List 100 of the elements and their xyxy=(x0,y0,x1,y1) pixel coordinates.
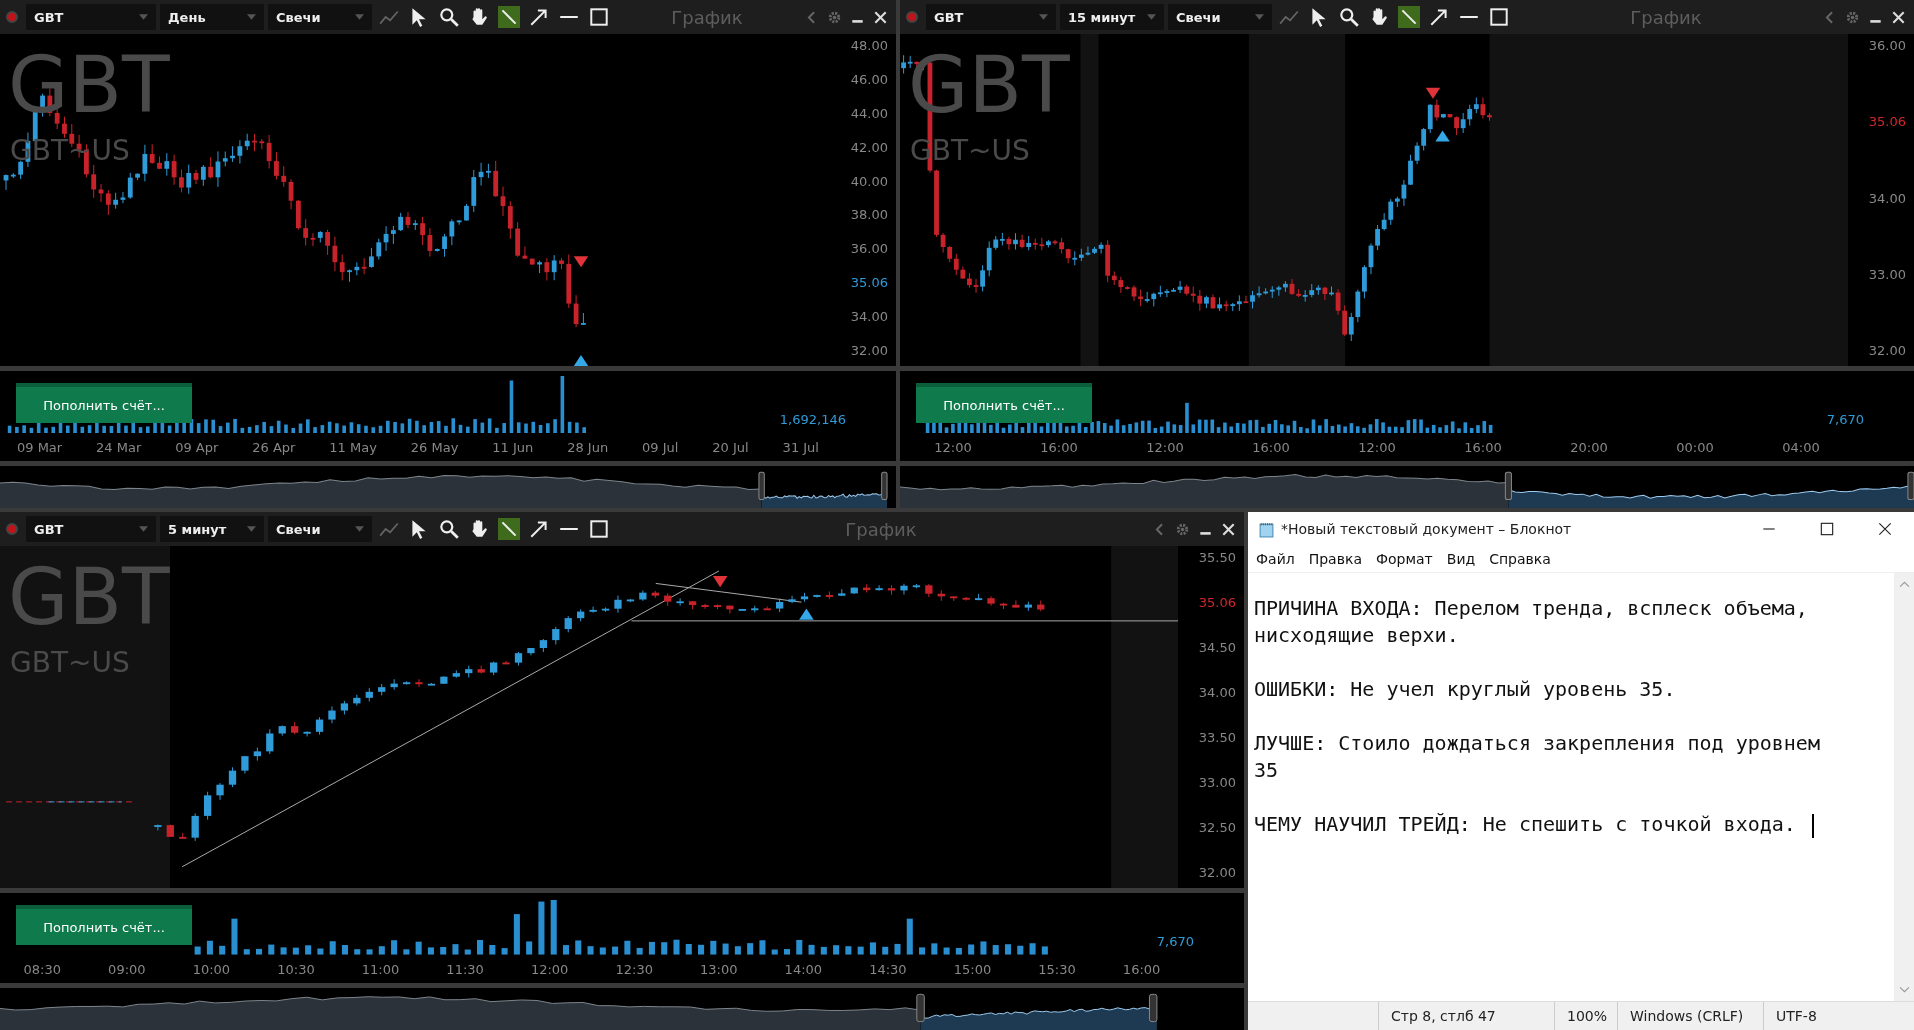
text-paragraph: ОШИБКИ: Не учел круглый уровень 35. xyxy=(1254,676,1677,703)
chart-style-dropdown[interactable]: Свечи xyxy=(268,516,372,542)
caret-icon xyxy=(355,14,364,20)
time-label: 09 Jul xyxy=(642,439,679,455)
interval-dropdown[interactable]: День xyxy=(160,4,264,30)
status-field: Windows (CRLF) xyxy=(1617,1002,1763,1030)
price-tick: 44.00 xyxy=(849,105,889,121)
caret-icon xyxy=(1039,14,1048,20)
time-label: 28 Jun xyxy=(567,439,609,455)
watermark-symbol: GBT xyxy=(8,46,170,124)
price-tick: 38.00 xyxy=(849,207,889,223)
caret-icon xyxy=(1147,14,1156,20)
close-icon[interactable] xyxy=(874,10,887,24)
rectangle-tool-icon[interactable] xyxy=(1488,6,1510,28)
settings-icon[interactable] xyxy=(1846,10,1859,24)
price-tick: 34.00 xyxy=(1867,190,1907,206)
menu-item[interactable]: Файл xyxy=(1256,551,1295,567)
search-icon[interactable] xyxy=(438,518,460,540)
close-icon[interactable] xyxy=(1892,10,1905,24)
status-dot-icon xyxy=(6,11,18,23)
caret-icon xyxy=(139,526,148,532)
status-dot-icon xyxy=(906,11,918,23)
watermark-symbol: GBT xyxy=(8,558,170,636)
buy-marker-icon xyxy=(799,608,814,620)
time-label: 15:00 xyxy=(953,961,992,977)
close-icon[interactable] xyxy=(1222,522,1235,536)
symbol-dropdown[interactable]: GBT xyxy=(926,4,1056,30)
price-tick: 33.00 xyxy=(1867,266,1907,282)
interval-dropdown[interactable]: 5 минут xyxy=(160,516,264,542)
search-icon[interactable] xyxy=(1338,6,1360,28)
interval-dropdown[interactable]: 15 минут xyxy=(1060,4,1164,30)
time-label: 09 Apr xyxy=(175,439,219,455)
time-label: 26 May xyxy=(410,439,459,455)
last-price: 35.06 xyxy=(1867,114,1907,130)
arrow-tool-icon[interactable] xyxy=(528,518,550,540)
text-area[interactable]: ПРИЧИНА ВХОДА: Перелом тренда, всплеск объема, нисходящие верхи. ОШИБКИ: Не учел круглый уровень 35. ЛУЧШЕ: Стоило дождаться закрепления под уровнем 35 ЧЕМУ НАУЧИЛ ТРЕЙД: Не спешить с точкой входа. xyxy=(1248,573,1894,1001)
settings-icon[interactable] xyxy=(828,10,841,24)
volume-reading: 7,670 xyxy=(1156,934,1194,949)
deposit-button[interactable]: Пополнить счёт... xyxy=(916,383,1092,423)
time-label: 10:30 xyxy=(277,961,315,977)
deposit-button[interactable]: Пополнить счёт... xyxy=(16,383,192,423)
time-label: 12:30 xyxy=(615,961,653,977)
menu-item[interactable]: Справка xyxy=(1489,551,1551,567)
chart-style-dropdown[interactable]: Свечи xyxy=(1168,4,1272,30)
symbol-dropdown[interactable]: GBT xyxy=(26,516,156,542)
price-tick: 33.50 xyxy=(1197,730,1237,745)
search-icon[interactable] xyxy=(438,6,460,28)
last-price: 35.06 xyxy=(1197,595,1237,610)
text-paragraph: ЛУЧШЕ: Стоило дождаться закрепления под уровнем 35 xyxy=(1254,730,1821,784)
price-tick: 40.00 xyxy=(849,173,889,189)
arrow-tool-icon[interactable] xyxy=(528,6,550,28)
arrow-tool-icon[interactable] xyxy=(1428,6,1450,28)
time-label: 13:00 xyxy=(700,961,738,977)
symbol-dropdown[interactable]: GBT xyxy=(26,4,156,30)
menu-item[interactable]: Вид xyxy=(1446,551,1476,567)
time-label: 11:30 xyxy=(446,961,484,977)
caret-icon xyxy=(247,526,256,532)
time-label: 26 Apr xyxy=(252,439,296,455)
rectangle-tool-icon[interactable] xyxy=(588,518,610,540)
price-tick: 32.00 xyxy=(1197,865,1237,880)
time-label: 09 Mar xyxy=(16,439,63,455)
panel-title: График xyxy=(670,6,744,28)
price-tick: 42.00 xyxy=(849,139,889,155)
time-label: 14:00 xyxy=(784,961,823,977)
time-label: 20 Jul xyxy=(712,439,749,455)
price-tick: 32.00 xyxy=(1867,343,1907,358)
price-tick: 46.00 xyxy=(849,71,889,87)
time-label: 14:30 xyxy=(869,961,907,977)
price-tick: 32.50 xyxy=(1197,820,1237,835)
price-tick: 34.50 xyxy=(1197,640,1237,655)
chart-style-dropdown[interactable]: Свечи xyxy=(268,4,372,30)
text-paragraph: ПРИЧИНА ВХОДА: Перелом тренда, всплеск объема, нисходящие верхи. xyxy=(1254,595,1809,649)
caret-icon xyxy=(355,526,364,532)
text-paragraph: ЧЕМУ НАУЧИЛ ТРЕЙД: Не спешить с точкой входа. xyxy=(1254,811,1850,838)
price-tick: 32.00 xyxy=(849,342,889,358)
price-tick: 36.00 xyxy=(849,241,889,257)
price-tick: 34.00 xyxy=(1197,685,1237,700)
time-label: 04:00 xyxy=(1782,439,1820,455)
price-tick: 48.00 xyxy=(849,38,889,53)
menu-item[interactable]: Формат xyxy=(1375,551,1433,567)
price-tick: 33.00 xyxy=(1197,775,1237,790)
time-label: 08:30 xyxy=(23,961,61,977)
time-label: 11 Jun xyxy=(492,439,534,455)
settings-icon[interactable] xyxy=(1176,522,1189,536)
window-title: *Новый текстовый документ – Блокнот xyxy=(1281,521,1573,537)
menu-item[interactable]: Правка xyxy=(1308,551,1362,567)
line-tool-icon[interactable] xyxy=(498,518,520,540)
status-field: UTF-8 xyxy=(1763,1002,1914,1030)
notepad-icon xyxy=(1258,520,1275,538)
status-field: 100% xyxy=(1554,1002,1617,1030)
volume-reading: 7,670 xyxy=(1826,412,1864,427)
line-tool-icon[interactable] xyxy=(498,6,520,28)
line-tool-icon[interactable] xyxy=(1398,6,1420,28)
sell-marker-icon xyxy=(1425,87,1441,99)
rectangle-tool-icon[interactable] xyxy=(588,6,610,28)
price-tick: 34.00 xyxy=(849,309,889,324)
panel-title: График xyxy=(844,518,918,540)
deposit-button[interactable]: Пополнить счёт... xyxy=(16,905,192,945)
time-label: 12:00 xyxy=(934,439,972,455)
time-label: 10:00 xyxy=(192,961,231,977)
